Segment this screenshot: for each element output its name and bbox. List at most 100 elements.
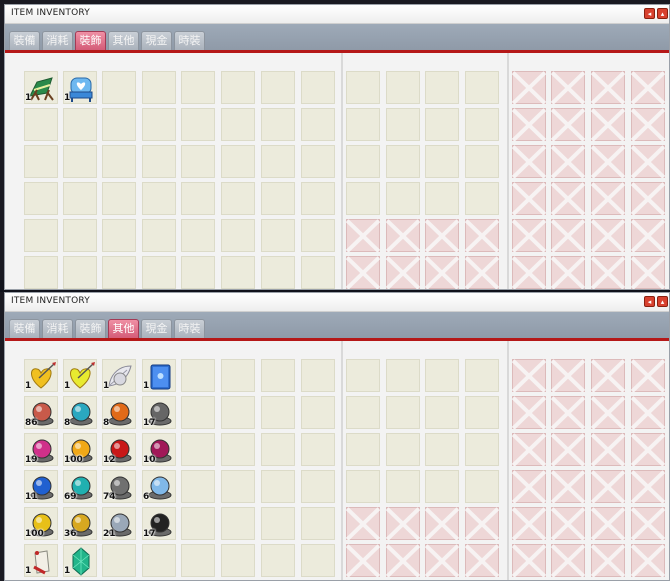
item-slot[interactable]: 86 xyxy=(24,396,58,429)
inventory-slot[interactable] xyxy=(346,71,380,104)
inventory-slot[interactable] xyxy=(346,359,380,392)
inventory-slot[interactable] xyxy=(181,396,215,429)
tab-5[interactable]: 時裝 xyxy=(174,319,205,338)
minimize-button[interactable]: ◂ xyxy=(644,296,655,307)
inventory-slot[interactable] xyxy=(261,108,295,141)
inventory-slot[interactable] xyxy=(181,470,215,503)
inventory-slot[interactable] xyxy=(221,256,255,289)
close-button[interactable]: ▴ xyxy=(657,296,668,307)
inventory-slot[interactable] xyxy=(102,544,136,577)
inventory-slot[interactable] xyxy=(346,108,380,141)
close-button[interactable]: ▴ xyxy=(657,8,668,19)
inventory-slot[interactable] xyxy=(386,359,420,392)
inventory-slot[interactable] xyxy=(181,256,215,289)
inventory-slot[interactable] xyxy=(465,359,499,392)
inventory-slot[interactable] xyxy=(465,433,499,466)
inventory-slot[interactable] xyxy=(261,470,295,503)
inventory-slot[interactable] xyxy=(142,544,176,577)
inventory-slot[interactable] xyxy=(24,219,58,252)
inventory-slot[interactable] xyxy=(63,256,97,289)
inventory-slot[interactable] xyxy=(142,71,176,104)
inventory-slot[interactable] xyxy=(102,219,136,252)
inventory-slot[interactable] xyxy=(386,108,420,141)
inventory-slot[interactable] xyxy=(142,182,176,215)
inventory-slot[interactable] xyxy=(181,219,215,252)
inventory-slot[interactable] xyxy=(221,470,255,503)
inventory-slot[interactable] xyxy=(425,145,459,178)
item-slot[interactable]: 1 xyxy=(102,359,136,392)
tab-0[interactable]: 裝備 xyxy=(9,319,40,338)
inventory-slot[interactable] xyxy=(386,470,420,503)
inventory-slot[interactable] xyxy=(346,145,380,178)
inventory-slot[interactable] xyxy=(221,145,255,178)
inventory-slot[interactable] xyxy=(301,219,335,252)
inventory-slot[interactable] xyxy=(24,256,58,289)
inventory-slot[interactable] xyxy=(386,182,420,215)
inventory-slot[interactable] xyxy=(261,182,295,215)
tab-2[interactable]: 裝飾 xyxy=(75,319,106,338)
inventory-slot[interactable] xyxy=(261,433,295,466)
inventory-slot[interactable] xyxy=(221,108,255,141)
inventory-slot[interactable] xyxy=(261,359,295,392)
inventory-slot[interactable] xyxy=(181,507,215,540)
inventory-slot[interactable] xyxy=(142,256,176,289)
inventory-slot[interactable] xyxy=(24,145,58,178)
inventory-slot[interactable] xyxy=(465,145,499,178)
item-slot[interactable]: 10 xyxy=(142,433,176,466)
inventory-slot[interactable] xyxy=(261,507,295,540)
inventory-slot[interactable] xyxy=(465,71,499,104)
inventory-slot[interactable] xyxy=(346,470,380,503)
inventory-slot[interactable] xyxy=(465,182,499,215)
inventory-slot[interactable] xyxy=(102,145,136,178)
inventory-slot[interactable] xyxy=(386,145,420,178)
inventory-slot[interactable] xyxy=(386,433,420,466)
inventory-slot[interactable] xyxy=(102,256,136,289)
tab-5[interactable]: 時裝 xyxy=(174,31,205,50)
item-slot[interactable]: 8 xyxy=(63,396,97,429)
inventory-slot[interactable] xyxy=(221,182,255,215)
inventory-slot[interactable] xyxy=(221,433,255,466)
tab-3[interactable]: 其他 xyxy=(108,319,139,338)
inventory-slot[interactable] xyxy=(425,470,459,503)
inventory-slot[interactable] xyxy=(181,544,215,577)
inventory-slot[interactable] xyxy=(425,433,459,466)
item-slot[interactable]: 74 xyxy=(102,470,136,503)
inventory-slot[interactable] xyxy=(63,182,97,215)
item-slot[interactable]: 8 xyxy=(102,396,136,429)
inventory-slot[interactable] xyxy=(346,396,380,429)
inventory-slot[interactable] xyxy=(261,71,295,104)
item-slot[interactable]: 21 xyxy=(102,507,136,540)
inventory-slot[interactable] xyxy=(301,145,335,178)
item-slot[interactable]: 1 xyxy=(24,71,58,104)
item-slot[interactable]: 100 xyxy=(63,433,97,466)
inventory-slot[interactable] xyxy=(301,359,335,392)
item-slot[interactable]: 69 xyxy=(63,470,97,503)
inventory-slot[interactable] xyxy=(261,219,295,252)
item-slot[interactable]: 1 xyxy=(63,544,97,577)
inventory-slot[interactable] xyxy=(181,182,215,215)
inventory-slot[interactable] xyxy=(425,396,459,429)
inventory-slot[interactable] xyxy=(261,145,295,178)
inventory-slot[interactable] xyxy=(465,470,499,503)
inventory-slot[interactable] xyxy=(261,256,295,289)
inventory-slot[interactable] xyxy=(301,433,335,466)
inventory-slot[interactable] xyxy=(142,108,176,141)
inventory-slot[interactable] xyxy=(261,396,295,429)
inventory-slot[interactable] xyxy=(386,396,420,429)
tab-1[interactable]: 消耗 xyxy=(42,319,73,338)
inventory-slot[interactable] xyxy=(425,359,459,392)
inventory-slot[interactable] xyxy=(425,71,459,104)
tab-0[interactable]: 裝備 xyxy=(9,31,40,50)
inventory-slot[interactable] xyxy=(63,219,97,252)
inventory-slot[interactable] xyxy=(181,433,215,466)
tab-4[interactable]: 現金 xyxy=(141,31,172,50)
tab-1[interactable]: 消耗 xyxy=(42,31,73,50)
inventory-slot[interactable] xyxy=(261,544,295,577)
inventory-slot[interactable] xyxy=(301,182,335,215)
title-bar[interactable]: ITEM INVENTORY ◂ ▴ xyxy=(5,5,669,24)
item-slot[interactable]: 19 xyxy=(24,433,58,466)
item-slot[interactable]: 1 xyxy=(63,359,97,392)
item-slot[interactable]: 17 xyxy=(142,396,176,429)
inventory-slot[interactable] xyxy=(221,219,255,252)
tab-4[interactable]: 現金 xyxy=(141,319,172,338)
